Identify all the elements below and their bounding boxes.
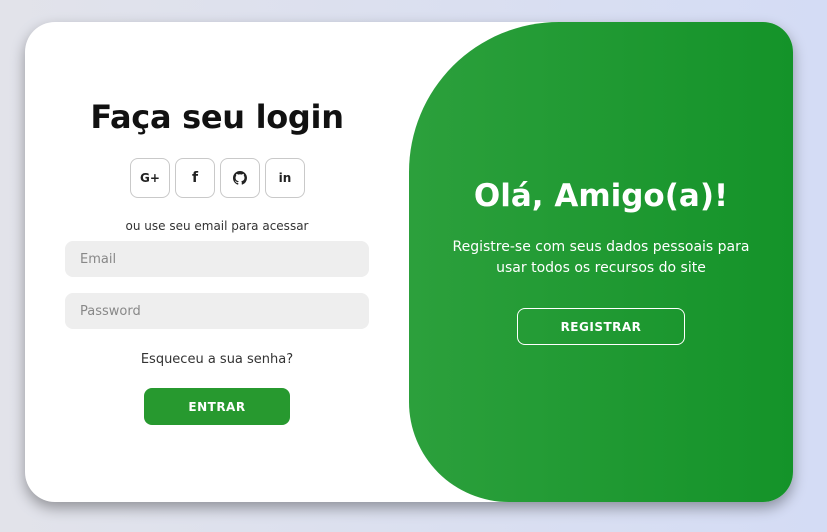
page-title: Faça seu login — [90, 98, 344, 136]
login-form: Faça seu login G+ f in ou use seu email … — [25, 22, 409, 502]
facebook-button[interactable]: f — [175, 158, 215, 198]
register-button[interactable]: REGISTRAR — [517, 308, 685, 345]
linkedin-button[interactable]: in — [265, 158, 305, 198]
password-field[interactable] — [65, 293, 369, 329]
email-field[interactable] — [65, 241, 369, 277]
github-button[interactable] — [220, 158, 260, 198]
linkedin-icon: in — [278, 171, 292, 185]
github-icon — [233, 171, 247, 185]
panel-title: Olá, Amigo(a)! — [473, 178, 729, 214]
google-plus-button[interactable]: G+ — [130, 158, 170, 198]
forgot-password-link[interactable]: Esqueceu a sua senha? — [25, 352, 409, 367]
google-plus-icon: G+ — [140, 171, 160, 185]
login-button[interactable]: ENTRAR — [144, 388, 290, 425]
social-login-group: G+ f in — [130, 158, 305, 198]
register-panel: Olá, Amigo(a)! Registre-se com seus dado… — [409, 22, 793, 502]
panel-text: Registre-se com seus dados pessoais para… — [452, 239, 750, 276]
facebook-icon: f — [191, 170, 199, 186]
alt-login-text: ou use seu email para acessar — [125, 219, 309, 233]
auth-card: Faça seu login G+ f in ou use seu email … — [25, 22, 793, 502]
